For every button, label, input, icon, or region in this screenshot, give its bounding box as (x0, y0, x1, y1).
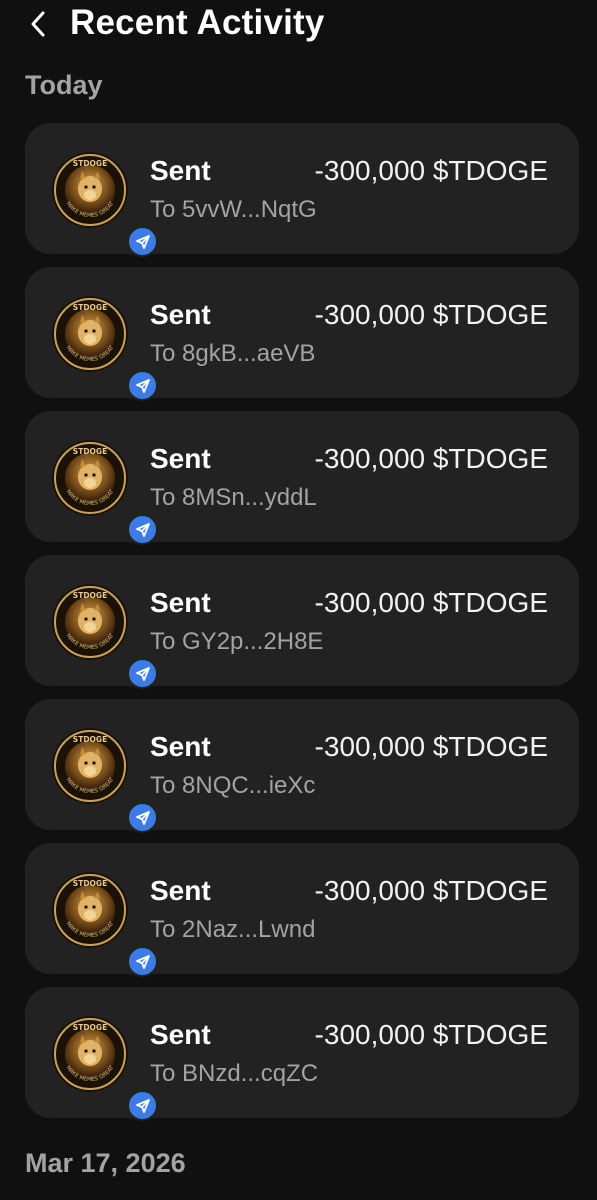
section-label-date: Mar 17, 2026 (25, 1148, 186, 1178)
transaction-type: Sent (150, 731, 211, 762)
transaction-type: Sent (150, 155, 211, 186)
svg-text:STDOGE: STDOGE (73, 303, 107, 312)
token-avatar: STDOGE MAKE MEMES GREAT (51, 583, 158, 689)
token-logo-icon: STDOGE MAKE MEMES GREAT (52, 1016, 128, 1092)
send-badge (127, 226, 158, 257)
transaction-card[interactable]: STDOGE MAKE MEMES GREAT Sent -300,000 $T… (25, 843, 579, 977)
paper-plane-icon (135, 522, 150, 537)
transaction-type: Sent (150, 443, 211, 474)
token-logo-icon: STDOGE MAKE MEMES GREAT (52, 440, 128, 516)
token-logo-icon: STDOGE MAKE MEMES GREAT (52, 584, 128, 660)
token-avatar: STDOGE MAKE MEMES GREAT (51, 871, 158, 977)
token-logo-icon: STDOGE MAKE MEMES GREAT (52, 872, 128, 948)
transaction-card[interactable]: STDOGE MAKE MEMES GREAT Sent -300,000 $T… (25, 267, 579, 401)
transaction-amount: -300,000 $TDOGE (314, 731, 548, 762)
transaction-amount: -300,000 $TDOGE (314, 443, 548, 474)
transaction-type: Sent (150, 587, 211, 618)
transaction-type: Sent (150, 875, 211, 906)
transaction-list: STDOGE MAKE MEMES GREAT Sent -300,000 $T… (25, 123, 579, 1131)
header: Recent Activity (0, 0, 597, 50)
paper-plane-icon (135, 234, 150, 249)
transaction-recipient: To 8NQC...ieXc (150, 772, 316, 799)
transaction-recipient: To BNzd...cqZC (150, 1060, 319, 1087)
transaction-amount: -300,000 $TDOGE (314, 875, 548, 906)
token-avatar: STDOGE MAKE MEMES GREAT (51, 1015, 158, 1121)
token-logo-icon: STDOGE MAKE MEMES GREAT (52, 152, 128, 228)
svg-text:STDOGE: STDOGE (73, 159, 107, 168)
transaction-type: Sent (150, 299, 211, 330)
transaction-recipient: To 2Naz...Lwnd (150, 916, 316, 943)
chevron-left-icon (31, 11, 45, 37)
transaction-card[interactable]: STDOGE MAKE MEMES GREAT Sent -300,000 $T… (25, 987, 579, 1121)
page-title: Recent Activity (70, 3, 325, 42)
send-badge (127, 370, 158, 401)
transaction-recipient: To 8MSn...yddL (150, 484, 317, 511)
transaction-amount: -300,000 $TDOGE (314, 155, 548, 186)
paper-plane-icon (135, 810, 150, 825)
send-badge (127, 802, 158, 833)
svg-text:STDOGE: STDOGE (73, 447, 107, 456)
send-badge (127, 1090, 158, 1121)
paper-plane-icon (135, 666, 150, 681)
transaction-card[interactable]: STDOGE MAKE MEMES GREAT Sent -300,000 $T… (25, 555, 579, 689)
paper-plane-icon (135, 954, 150, 969)
token-logo-icon: STDOGE MAKE MEMES GREAT (52, 296, 128, 372)
transaction-amount: -300,000 $TDOGE (314, 1019, 548, 1050)
section-label-today: Today (25, 70, 103, 100)
transaction-card[interactable]: STDOGE MAKE MEMES GREAT Sent -300,000 $T… (25, 123, 579, 257)
transaction-card[interactable]: STDOGE MAKE MEMES GREAT Sent -300,000 $T… (25, 411, 579, 545)
back-button[interactable] (22, 6, 54, 42)
transaction-recipient: To 5vvW...NqtG (150, 196, 317, 223)
token-avatar: STDOGE MAKE MEMES GREAT (51, 439, 158, 545)
send-badge (127, 658, 158, 689)
svg-text:STDOGE: STDOGE (73, 735, 107, 744)
paper-plane-icon (135, 378, 150, 393)
token-avatar: STDOGE MAKE MEMES GREAT (51, 151, 158, 257)
transaction-recipient: To GY2p...2H8E (150, 628, 324, 655)
token-logo-icon: STDOGE MAKE MEMES GREAT (52, 728, 128, 804)
token-avatar: STDOGE MAKE MEMES GREAT (51, 295, 158, 401)
transaction-amount: -300,000 $TDOGE (314, 587, 548, 618)
svg-text:STDOGE: STDOGE (73, 1023, 107, 1032)
svg-text:STDOGE: STDOGE (73, 879, 107, 888)
transaction-type: Sent (150, 1019, 211, 1050)
transaction-amount: -300,000 $TDOGE (314, 299, 548, 330)
send-badge (127, 514, 158, 545)
transaction-card[interactable]: STDOGE MAKE MEMES GREAT Sent -300,000 $T… (25, 699, 579, 833)
svg-text:STDOGE: STDOGE (73, 591, 107, 600)
paper-plane-icon (135, 1098, 150, 1113)
transaction-recipient: To 8gkB...aeVB (150, 340, 316, 367)
token-avatar: STDOGE MAKE MEMES GREAT (51, 727, 158, 833)
send-badge (127, 946, 158, 977)
